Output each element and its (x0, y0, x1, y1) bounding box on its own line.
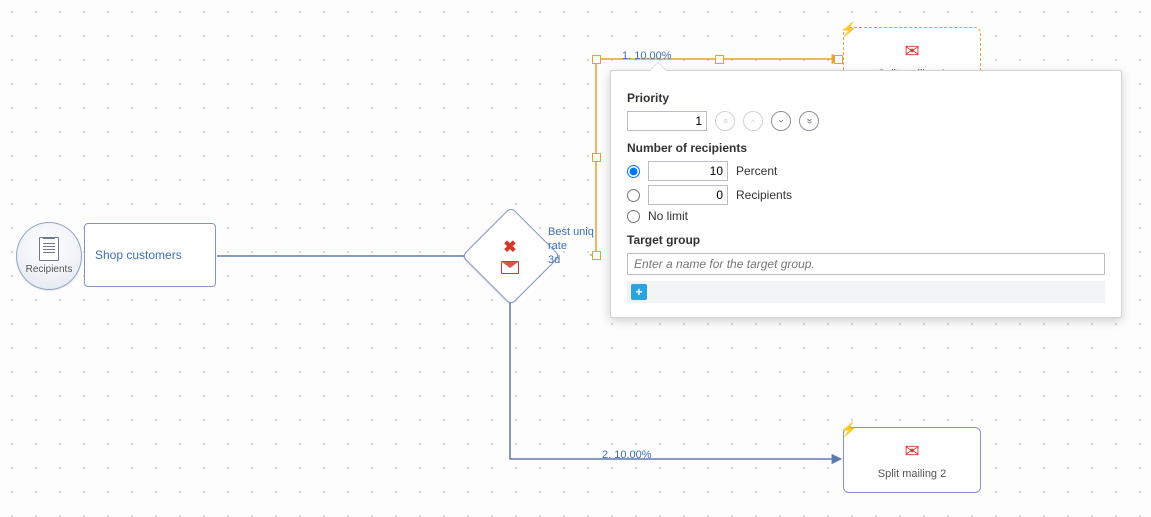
target-group-tags: + (627, 281, 1105, 303)
percent-input[interactable] (648, 161, 728, 181)
edge-handle[interactable] (715, 55, 724, 64)
edge-bottom-label: 2. 10.00% (602, 449, 652, 461)
document-icon (39, 237, 59, 261)
priority-down-button[interactable]: › (771, 111, 791, 131)
envelope-icon: ✉ (904, 441, 919, 462)
lightning-icon: ⚡ (840, 21, 857, 38)
edge-top-label: 1. 10.00% (622, 50, 672, 62)
recipients-node[interactable]: Recipients (16, 222, 82, 290)
recipients-text: Recipients (736, 188, 792, 202)
target-group-input[interactable] (627, 253, 1105, 275)
edge-handle[interactable] (592, 153, 601, 162)
priority-to-bottom-button[interactable]: » (799, 111, 819, 131)
workflow-canvas[interactable]: 1. 10.00% 2. 10.00% Recipients Shop cust… (0, 0, 1151, 517)
edge-properties-popup: Priority « ‹ › » Number of recipients Pe… (610, 70, 1122, 318)
envelope-icon (501, 261, 519, 274)
target-group-label: Target group (627, 233, 1105, 247)
percent-text: Percent (736, 164, 777, 178)
popup-caret-icon (649, 62, 667, 71)
shop-customers-node[interactable]: Shop customers (84, 223, 216, 287)
priority-label: Priority (627, 91, 1105, 105)
priority-input[interactable] (627, 111, 707, 131)
edge-handle[interactable] (834, 55, 843, 64)
number-of-recipients-label: Number of recipients (627, 141, 1105, 155)
lightning-icon: ⚡ (840, 421, 857, 438)
recipients-label: Recipients (26, 264, 73, 275)
priority-up-button: ‹ (743, 111, 763, 131)
decision-label: Best uniq rate 3d (548, 225, 594, 267)
priority-to-top-button: « (715, 111, 735, 131)
add-target-group-button[interactable]: + (631, 284, 647, 300)
shop-customers-label: Shop customers (95, 248, 182, 262)
shuffle-icon: ✖ (503, 237, 516, 257)
nolimit-radio[interactable] (627, 210, 640, 223)
percent-radio[interactable] (627, 165, 640, 178)
mailing-title: Split mailing 2 (878, 468, 946, 480)
nolimit-text: No limit (648, 209, 688, 223)
split-decision-node[interactable]: ✖ (476, 221, 544, 289)
envelope-icon: ✉ (904, 41, 919, 62)
recipients-radio[interactable] (627, 189, 640, 202)
recipients-input[interactable] (648, 185, 728, 205)
edge-handle[interactable] (592, 55, 601, 64)
split-mailing-2-node[interactable]: ⚡ ✉ Split mailing 2 (843, 427, 981, 493)
